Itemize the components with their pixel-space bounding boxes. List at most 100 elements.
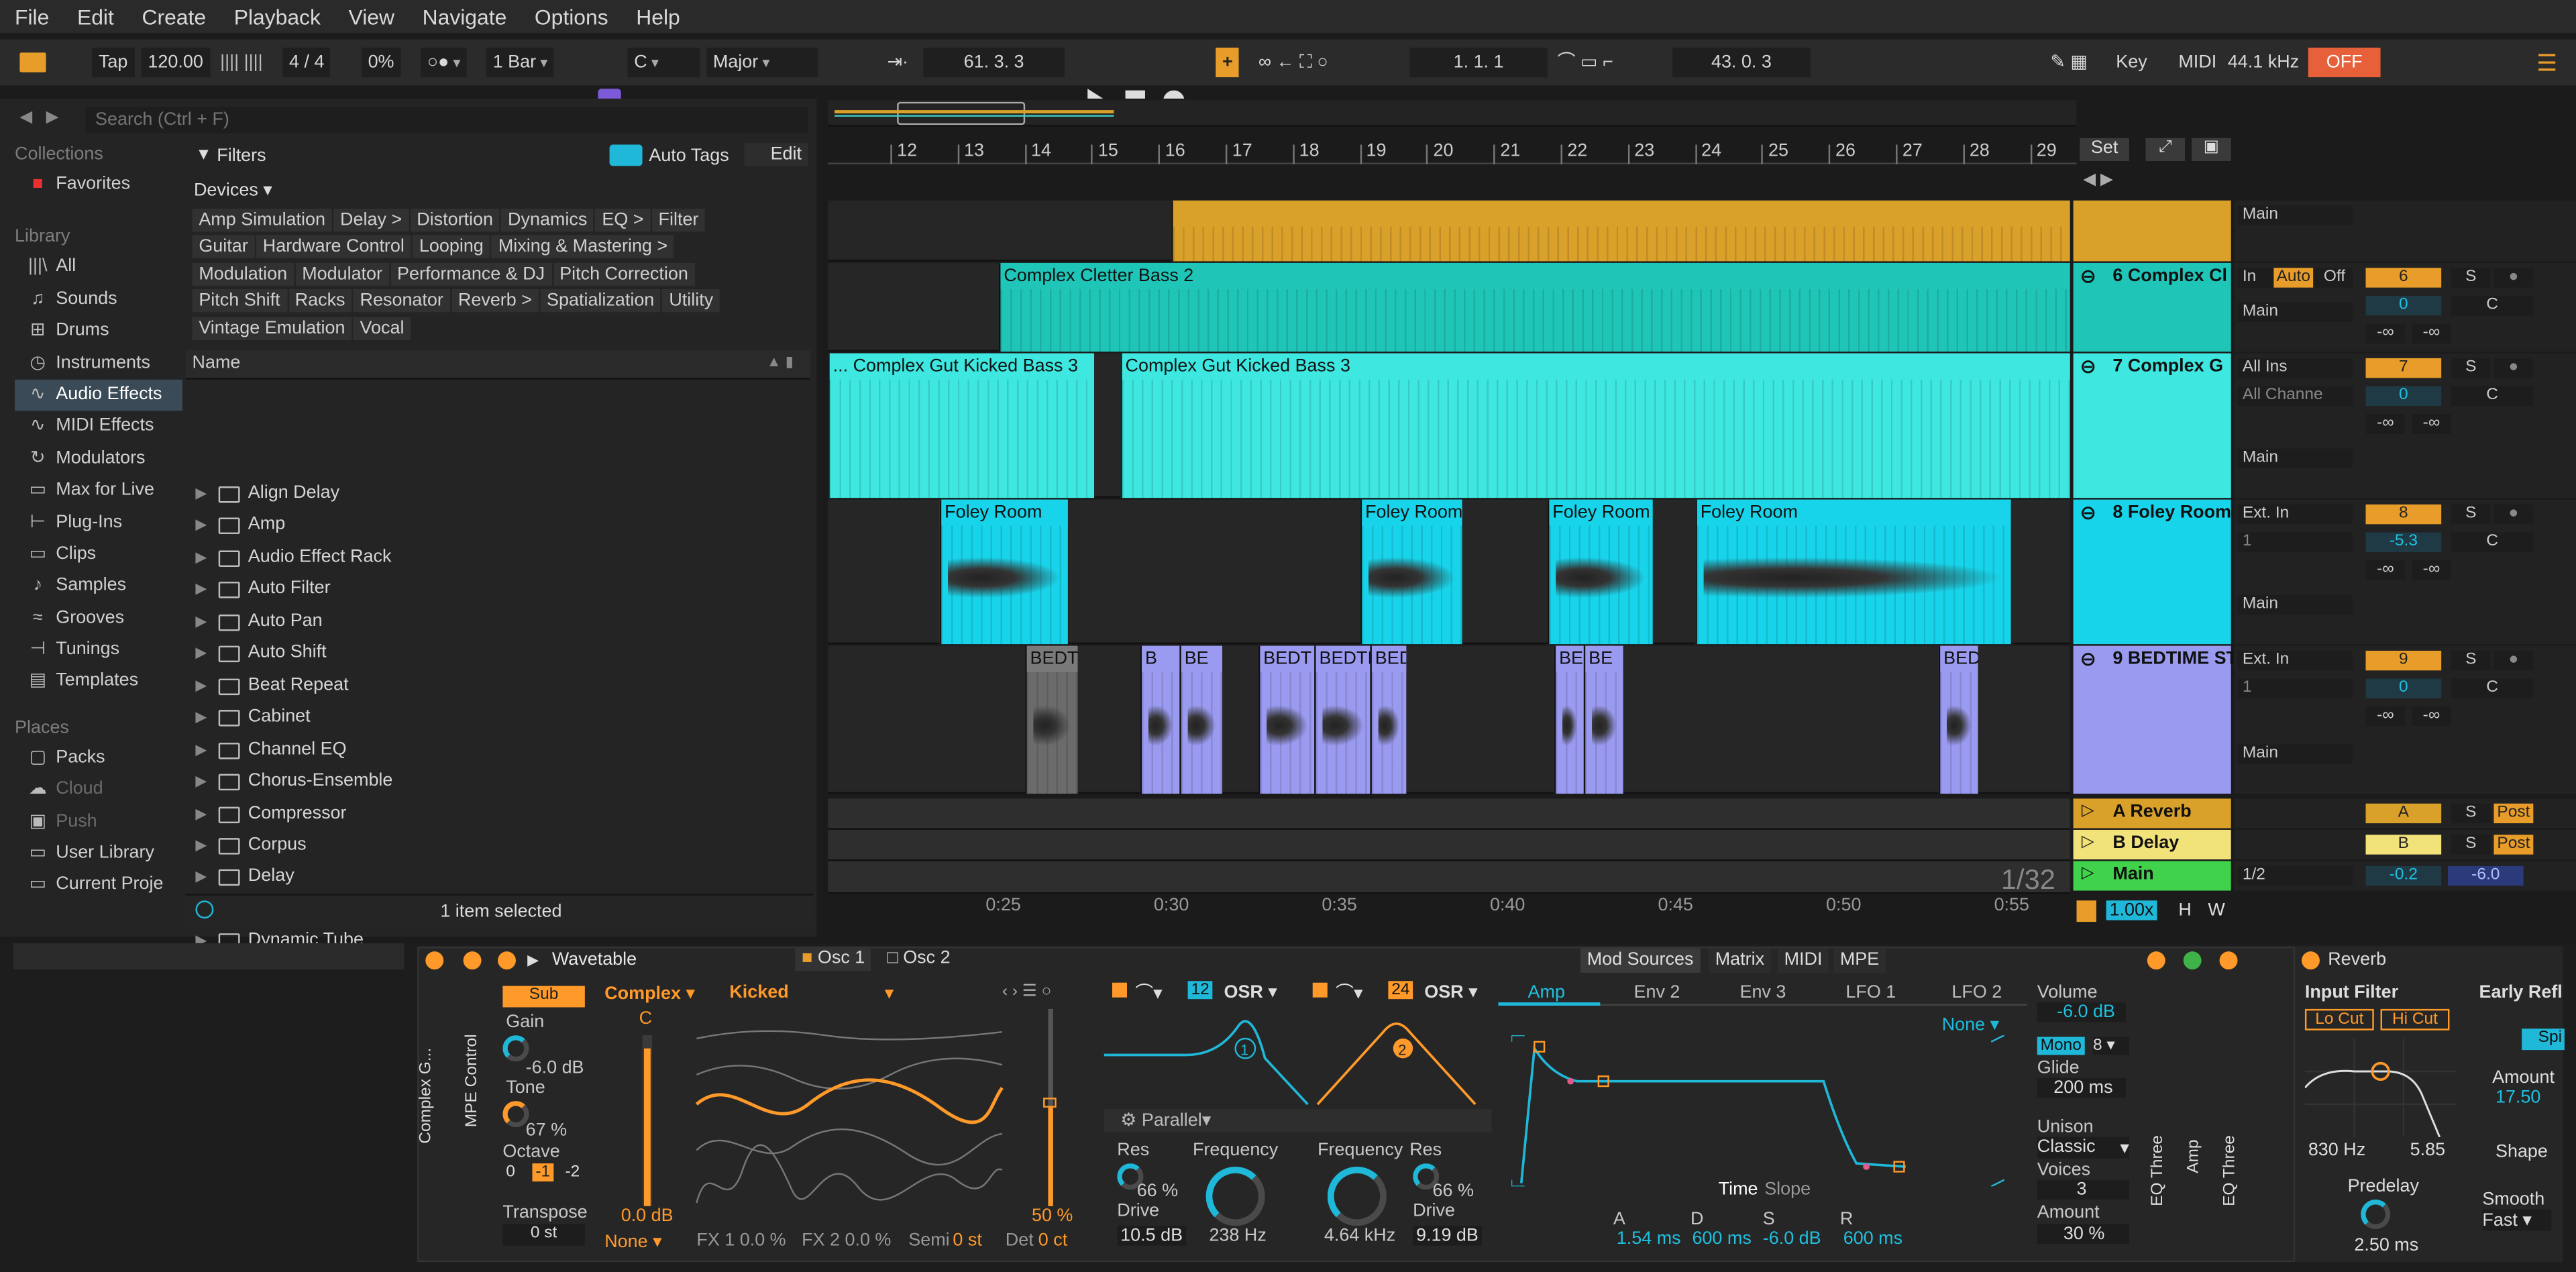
volume-field[interactable]: 0	[2365, 678, 2442, 698]
filter-display[interactable]: 1 2	[1104, 1009, 1492, 1108]
set-button[interactable]: Set	[2080, 138, 2129, 162]
expand-arrow-icon[interactable]: ▶	[195, 861, 207, 894]
library-item[interactable]: ∿ Audio Effects	[15, 379, 182, 412]
arm-button[interactable]: ●	[2493, 268, 2534, 288]
device-play-icon[interactable]: ▶	[527, 951, 539, 969]
tab-osc2[interactable]: □ Osc 2	[881, 948, 957, 971]
wavetable-name[interactable]: Kicked ▾	[729, 983, 894, 1004]
env-target-select[interactable]: None ▾	[1942, 1014, 1999, 1035]
list-item[interactable]: ▶ Cabinet	[186, 702, 807, 734]
track-fold-icon[interactable]: ⊖	[2080, 264, 2096, 287]
library-item[interactable]: |||\ All	[15, 252, 182, 284]
track-header[interactable]	[2073, 200, 2231, 262]
output-select[interactable]: Main	[2237, 302, 2353, 323]
track-number-button[interactable]: 6	[2365, 268, 2442, 288]
device-on-toggle[interactable]	[2183, 951, 2202, 970]
expand-arrow-icon[interactable]: ▶	[195, 766, 207, 798]
key-map-button[interactable]: Key	[2109, 48, 2153, 77]
fx1-value[interactable]: FX 1 0.0 %	[696, 1231, 786, 1251]
device-tag[interactable]: EQ >	[595, 209, 651, 232]
sub-button[interactable]: Sub	[502, 986, 585, 1008]
device-tag[interactable]: Hardware Control	[256, 235, 411, 259]
places-item[interactable]: ▣ Push	[15, 806, 182, 838]
expand-arrow-icon[interactable]: ▶	[195, 574, 207, 606]
solo-button[interactable]: S	[2451, 835, 2491, 855]
track-lane[interactable]	[828, 200, 2070, 262]
input-type-select[interactable]: Ext. In	[2237, 650, 2353, 671]
device-tag[interactable]: Mixing & Mastering >	[492, 235, 674, 259]
slope-tab[interactable]: Slope	[1764, 1180, 1811, 1200]
edit-button[interactable]: Edit	[744, 143, 808, 166]
track-lane[interactable]: BEDTBBEBEDTBEDTIBEDTIMBEDBEBED	[828, 645, 2070, 794]
clip[interactable]: Complex Cletter Bass 2	[998, 262, 2070, 352]
zoom-icon[interactable]	[2076, 900, 2096, 922]
device-on-toggle[interactable]	[498, 951, 516, 970]
clip[interactable]: Foley Room	[1360, 499, 1462, 645]
device-tag[interactable]: Delay >	[333, 209, 409, 232]
clip[interactable]: Foley Room	[1547, 499, 1653, 645]
input-channel-select[interactable]: 1	[2237, 678, 2353, 698]
locator-nav-icon[interactable]: ◀ ▶	[2083, 171, 2113, 189]
clip[interactable]: Foley Room	[939, 499, 1068, 645]
osc-gain-slider[interactable]	[642, 1035, 653, 1206]
clip[interactable]: BEDT	[1025, 645, 1078, 794]
det-value[interactable]: 0 ct	[1038, 1231, 1067, 1251]
track-number-button[interactable]: 8	[2365, 504, 2442, 525]
volume-field[interactable]: -5.3	[2365, 532, 2442, 552]
solo-button[interactable]: S	[2451, 268, 2491, 288]
nav-arrows[interactable]: ◀ ▶	[19, 109, 58, 127]
send-b-field[interactable]: -∞	[2412, 706, 2451, 727]
wavetable-category[interactable]: Complex ▾	[604, 983, 695, 1004]
solo-button[interactable]: S	[2451, 504, 2491, 525]
track-fold-icon[interactable]: ⊖	[2080, 647, 2096, 670]
input-channel-select[interactable]: 1	[2237, 532, 2353, 552]
list-item[interactable]: ▶ Chorus-Ensemble	[186, 766, 807, 798]
key-root-select[interactable]: C	[627, 48, 700, 78]
env-tab[interactable]: LFO 1	[1845, 983, 1896, 1002]
volume-field[interactable]: 0	[2365, 386, 2442, 406]
transpose-field[interactable]: 0 st	[502, 1224, 585, 1246]
list-item[interactable]: ▶ Compressor	[186, 798, 807, 830]
arm-button[interactable]: ●	[2493, 504, 2534, 525]
favorites-item[interactable]: ■ Favorites	[15, 169, 182, 201]
library-item[interactable]: ▭ Clips	[15, 539, 182, 570]
zoom-value[interactable]: 1.00x	[2106, 900, 2157, 920]
track-fold-icon[interactable]: ⊖	[2080, 501, 2096, 524]
device-tag[interactable]: Guitar	[192, 235, 255, 259]
groove-amount[interactable]: 0%	[361, 48, 401, 78]
places-item[interactable]: ☁ Cloud	[15, 774, 182, 806]
cue-volume-field[interactable]: -6.0	[2447, 865, 2524, 886]
solo-button[interactable]: S	[2451, 358, 2491, 378]
decay-value[interactable]: 600 ms	[1692, 1229, 1751, 1249]
expand-icon[interactable]: ⤢	[2145, 138, 2186, 162]
clip[interactable]: BED	[1554, 645, 1584, 794]
position-slider[interactable]	[1043, 1008, 1057, 1206]
clip[interactable]: BE	[1583, 645, 1623, 794]
pan-field[interactable]: C	[2451, 678, 2534, 698]
device-tag[interactable]: Distortion	[410, 209, 500, 232]
sustain-value[interactable]: -6.0 dB	[1763, 1229, 1821, 1249]
device-tag[interactable]: Racks	[288, 289, 352, 313]
places-item[interactable]: ▭ Current Proje	[15, 870, 182, 902]
track-header[interactable]: ⊖ 7 Complex G	[2073, 353, 2231, 498]
follow-icon[interactable]: ⇥·	[881, 48, 915, 77]
post-button[interactable]: Post	[2493, 803, 2534, 824]
library-item[interactable]: ∿ MIDI Effects	[15, 411, 182, 443]
h-button[interactable]: H	[2178, 900, 2191, 920]
filter1-toggle[interactable]	[1112, 982, 1128, 998]
loop-length[interactable]: 43. 0. 3	[1672, 48, 1811, 78]
track-header[interactable]: ⊖ 9 BEDTIME ST	[2073, 645, 2237, 794]
output-select[interactable]: Main	[2237, 205, 2353, 225]
expand-arrow-icon[interactable]: ▶	[195, 542, 207, 574]
time-ruler[interactable]: 0:25 0:30 0:35 0:40 0:45 0:50 0:55	[828, 896, 2070, 918]
routing-select[interactable]: ⚙ Parallel▾	[1104, 1109, 1492, 1132]
tempo-field[interactable]: 120.00	[141, 48, 210, 78]
spin-button[interactable]: Spi	[2522, 1028, 2565, 1051]
volume-field[interactable]: 0	[2365, 295, 2442, 316]
device-on-toggle[interactable]	[2219, 951, 2238, 970]
places-item[interactable]: ▢ Packs	[15, 743, 182, 774]
return-letter-button[interactable]: B	[2365, 835, 2442, 855]
library-item[interactable]: ♪ Samples	[15, 571, 182, 602]
eq-three-label-2[interactable]: EQ Three	[2221, 1091, 2239, 1206]
glide-value[interactable]: 200 ms	[2037, 1077, 2126, 1098]
